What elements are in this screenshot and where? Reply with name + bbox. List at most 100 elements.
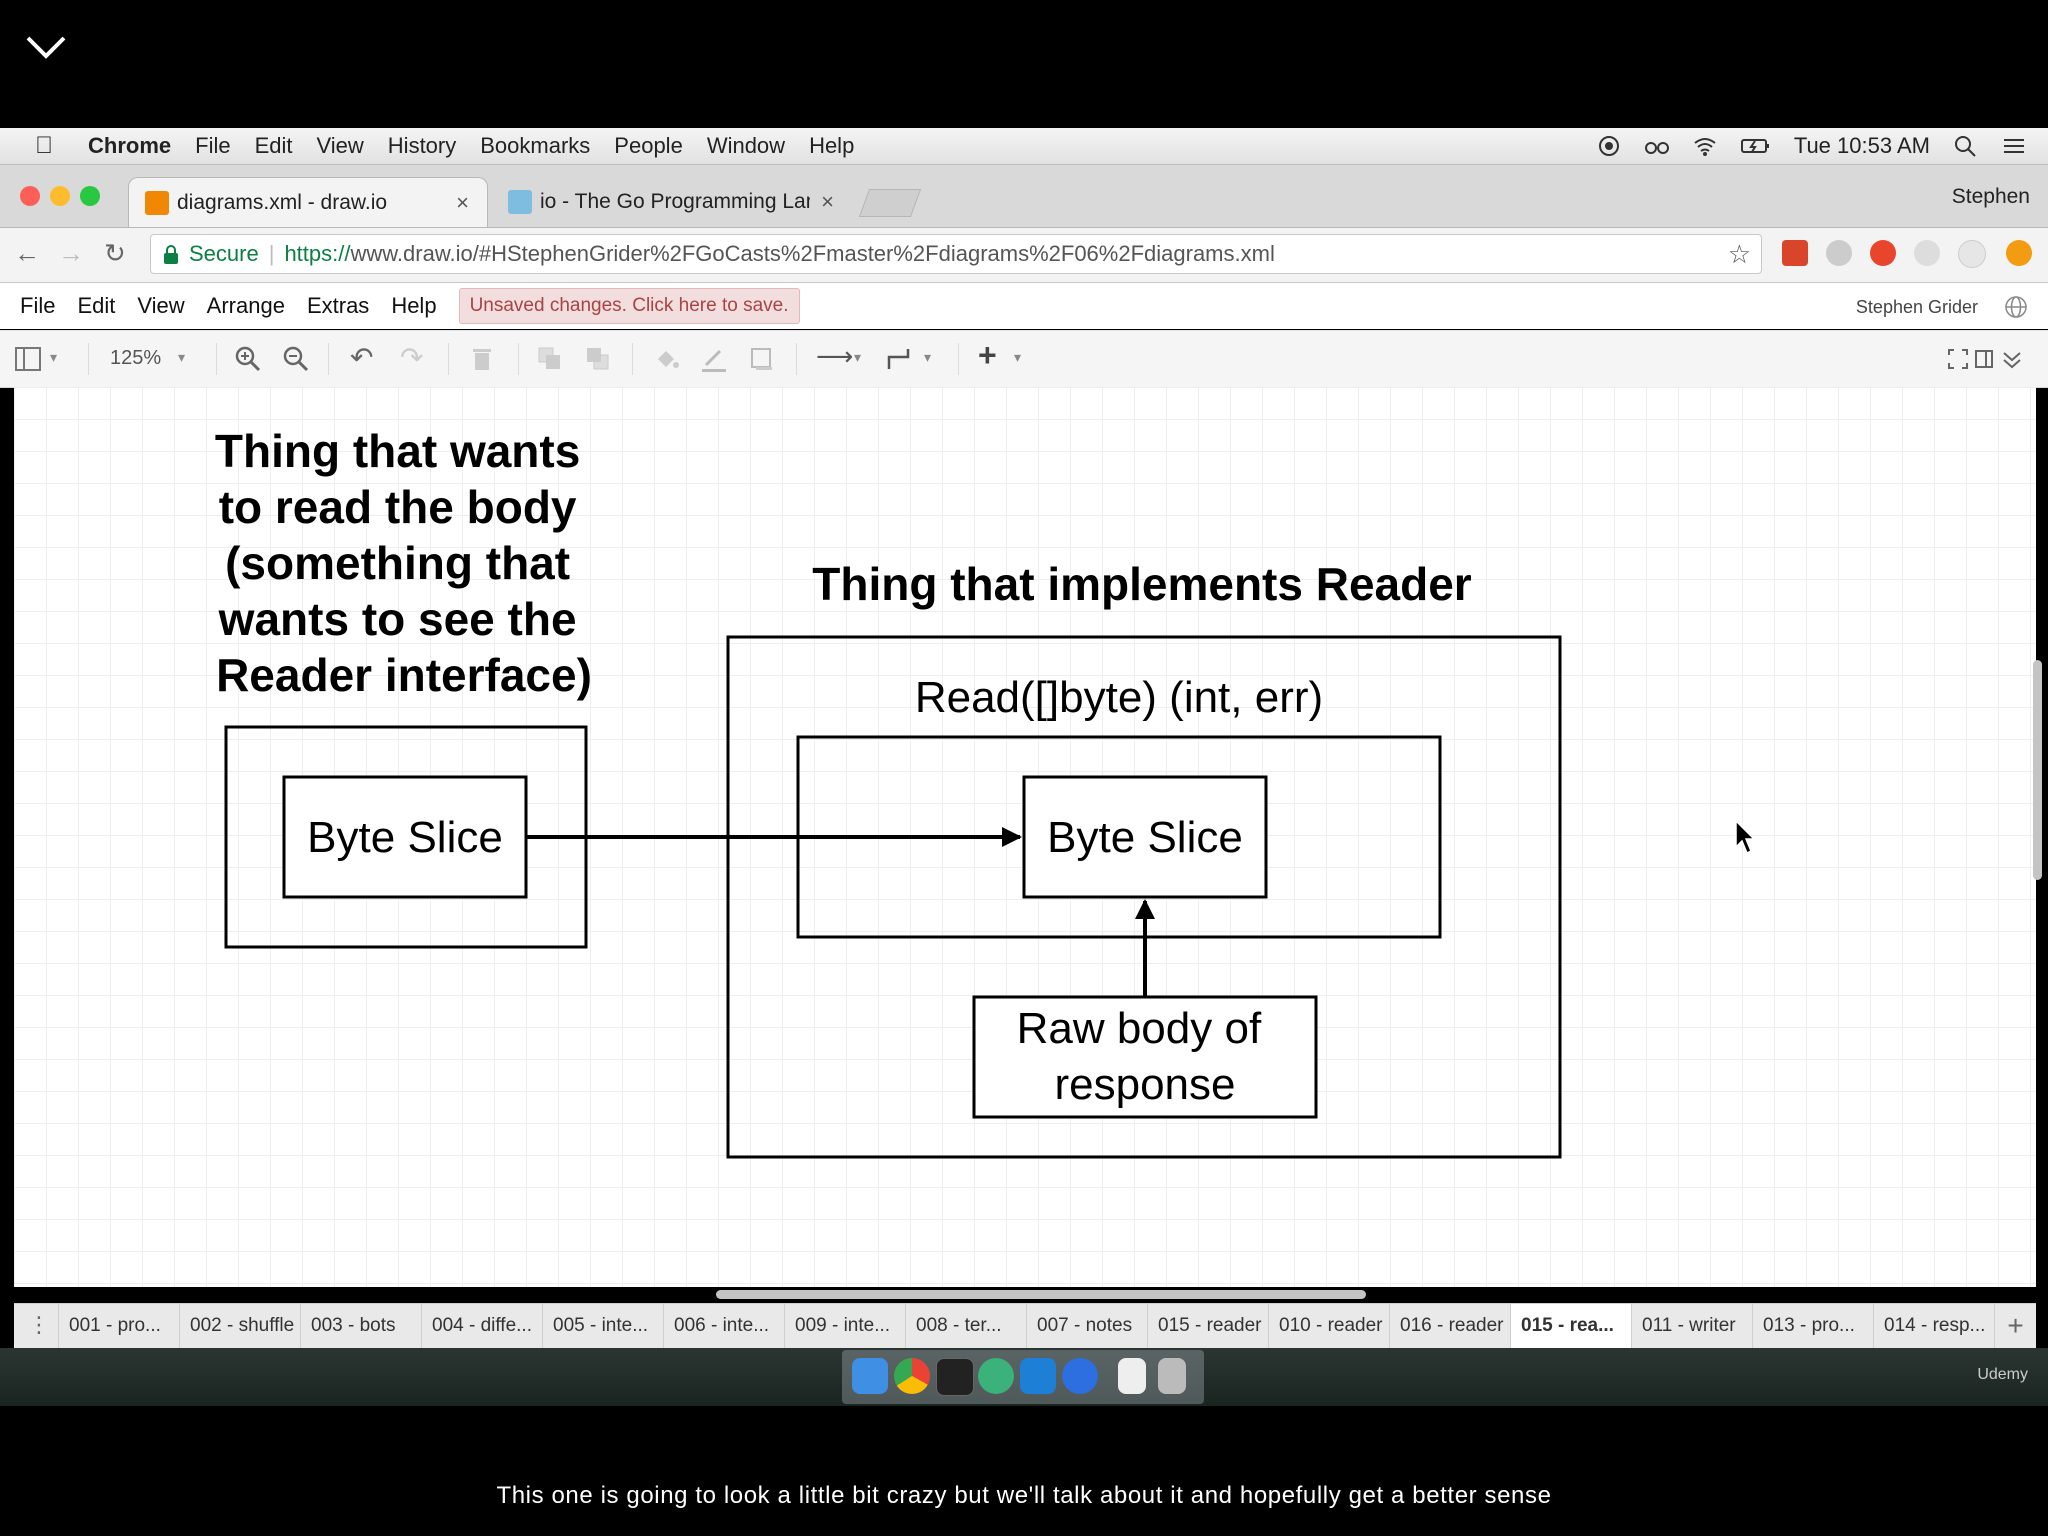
page-tab[interactable]: 006 - inte...: [663, 1304, 784, 1348]
drive-extension-icon[interactable]: [1826, 240, 1852, 266]
menu-edit[interactable]: Edit: [255, 133, 293, 159]
window-close-button[interactable]: [20, 186, 40, 206]
window-minimize-button[interactable]: [50, 186, 70, 206]
address-bar[interactable]: Secure | https://www.draw.io/#HStephenGr…: [150, 234, 1762, 274]
back-arrow-icon[interactable]: ←: [14, 238, 40, 269]
drawio-menu-arrange[interactable]: Arrange: [207, 293, 285, 319]
record-icon[interactable]: [1596, 135, 1622, 157]
fullscreen-icon[interactable]: [1946, 345, 1970, 373]
horizontal-scrollbar-thumb[interactable]: [716, 1290, 1366, 1299]
shadow-icon[interactable]: [748, 345, 776, 373]
close-icon[interactable]: ×: [821, 189, 834, 215]
redo-icon[interactable]: ↷: [400, 341, 423, 374]
reload-icon[interactable]: ↻: [104, 238, 126, 269]
drawio-menu-file[interactable]: File: [20, 293, 55, 319]
terminal-icon[interactable]: [936, 1358, 974, 1396]
connection-arrow-icon[interactable]: ⟶: [816, 341, 853, 372]
zoom-out-icon[interactable]: [282, 345, 310, 373]
documents-icon[interactable]: [1118, 1358, 1146, 1394]
undo-icon[interactable]: ↶: [350, 341, 373, 374]
delete-icon[interactable]: [468, 345, 496, 373]
page-tab-selected[interactable]: 015 - rea...: [1510, 1304, 1631, 1348]
menu-history[interactable]: History: [388, 133, 456, 159]
drawio-menu-help[interactable]: Help: [391, 293, 436, 319]
vscode-icon[interactable]: [1020, 1358, 1056, 1394]
page-tab[interactable]: 015 - reader: [1147, 1304, 1268, 1348]
to-front-icon[interactable]: [536, 345, 564, 373]
finder-icon[interactable]: [852, 1358, 888, 1394]
zoom-in-icon[interactable]: [234, 345, 262, 373]
quicktime-icon[interactable]: [1062, 1358, 1098, 1394]
glasses-icon[interactable]: [1644, 135, 1670, 157]
menu-bookmarks[interactable]: Bookmarks: [480, 133, 590, 159]
page-tab[interactable]: 005 - inte...: [542, 1304, 663, 1348]
menu-people[interactable]: People: [614, 133, 683, 159]
notification-list-icon[interactable]: [2000, 135, 2026, 157]
page-tab[interactable]: 007 - notes: [1026, 1304, 1147, 1348]
drawio-menu-edit[interactable]: Edit: [77, 293, 115, 319]
atom-icon[interactable]: [978, 1358, 1014, 1394]
ublock-extension-icon[interactable]: [1870, 240, 1896, 266]
search-icon[interactable]: [1952, 135, 1978, 157]
to-back-icon[interactable]: [584, 345, 612, 373]
waypoints-icon[interactable]: [886, 345, 914, 373]
extension-icon[interactable]: [1914, 240, 1940, 266]
window-zoom-button[interactable]: [80, 186, 100, 206]
insert-plus-icon[interactable]: +: [978, 337, 997, 374]
chevron-down-icon[interactable]: ▾: [50, 349, 57, 366]
globe-icon[interactable]: [2004, 295, 2028, 319]
bookmark-star-icon[interactable]: ☆: [1728, 239, 1751, 270]
tab-go-docs[interactable]: io - The Go Programming Lang ×: [492, 177, 852, 227]
close-icon[interactable]: ×: [456, 190, 469, 216]
battery-icon[interactable]: [1740, 135, 1772, 157]
page-tab[interactable]: 010 - reader: [1268, 1304, 1389, 1348]
chevron-down-icon[interactable]: ▾: [1014, 349, 1021, 366]
sidebar-toggle-icon[interactable]: [1974, 345, 1994, 373]
menu-app-name[interactable]: Chrome: [88, 133, 171, 159]
page-tab[interactable]: 009 - inte...: [784, 1304, 905, 1348]
notification-extension-icon[interactable]: [2006, 240, 2032, 266]
menu-file[interactable]: File: [195, 133, 230, 159]
collapse-chevron-icon[interactable]: [2000, 345, 2024, 373]
page-tab[interactable]: 016 - reader: [1389, 1304, 1510, 1348]
page-tab[interactable]: 001 - pro...: [58, 1304, 179, 1348]
page-tab[interactable]: 014 - resp...: [1873, 1304, 1994, 1348]
page-tab[interactable]: 002 - shuffle: [179, 1304, 300, 1348]
profile-name[interactable]: Stephen: [1952, 185, 2030, 209]
wifi-icon[interactable]: [1692, 135, 1718, 157]
chrome-icon[interactable]: [894, 1358, 930, 1394]
page-tab[interactable]: 011 - writer: [1631, 1304, 1752, 1348]
right-title[interactable]: Thing that implements Reader: [812, 558, 1472, 610]
format-panel-icon[interactable]: [14, 345, 42, 373]
fill-color-icon[interactable]: [652, 345, 680, 373]
page-menu-icon[interactable]: ⋮: [28, 1312, 50, 1338]
lastpass-extension-icon[interactable]: [1782, 240, 1808, 266]
collapse-chevron-icon[interactable]: [22, 28, 70, 68]
unsaved-changes-button[interactable]: Unsaved changes. Click here to save.: [458, 288, 800, 324]
chevron-down-icon[interactable]: ▾: [178, 349, 185, 366]
chevron-down-icon[interactable]: ▾: [854, 349, 861, 366]
zoom-level[interactable]: 125%: [110, 347, 161, 370]
forward-arrow-icon[interactable]: →: [58, 238, 84, 269]
drawio-user-menu[interactable]: Stephen Grider: [1856, 297, 1978, 318]
vertical-scrollbar-thumb[interactable]: [2033, 660, 2042, 880]
menu-window[interactable]: Window: [707, 133, 785, 159]
new-tab-button[interactable]: [858, 189, 922, 217]
left-title[interactable]: Thing that wants to read the body (somet…: [215, 425, 593, 701]
pinterest-extension-icon[interactable]: [1958, 240, 1986, 268]
drawio-menu-view[interactable]: View: [137, 293, 184, 319]
page-tab[interactable]: 013 - pro...: [1752, 1304, 1873, 1348]
tab-drawio[interactable]: diagrams.xml - draw.io ×: [128, 177, 488, 227]
diagram-canvas[interactable]: Thing that wants to read the body (somet…: [14, 387, 2036, 1287]
line-color-icon[interactable]: [700, 345, 728, 373]
read-method-signature[interactable]: Read([]byte) (int, err): [915, 673, 1323, 722]
menubar-clock[interactable]: Tue 10:53 AM: [1794, 133, 1930, 159]
menu-view[interactable]: View: [317, 133, 364, 159]
chevron-down-icon[interactable]: ▾: [924, 349, 931, 366]
add-page-plus-icon[interactable]: +: [1994, 1304, 2036, 1348]
trash-icon[interactable]: [1158, 1358, 1186, 1394]
page-tab[interactable]: 003 - bots: [300, 1304, 421, 1348]
drawio-menu-extras[interactable]: Extras: [307, 293, 369, 319]
apple-icon[interactable]: : [22, 132, 66, 160]
menu-help[interactable]: Help: [809, 133, 854, 159]
